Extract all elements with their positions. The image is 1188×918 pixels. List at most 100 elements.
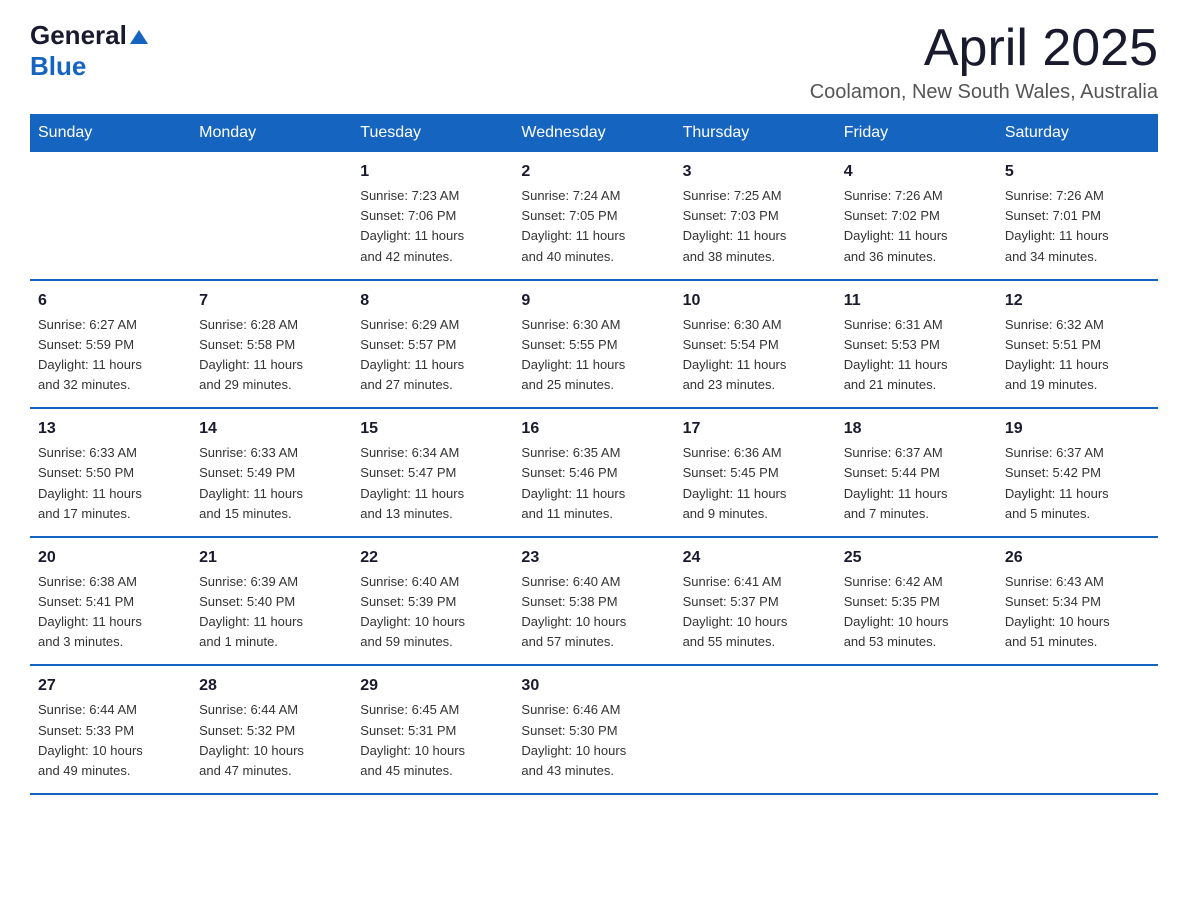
- logo-blue-text: Blue: [30, 51, 86, 81]
- header-monday: Monday: [191, 114, 352, 152]
- calendar-cell-3-2: 22Sunrise: 6:40 AMSunset: 5:39 PMDayligh…: [352, 537, 513, 666]
- calendar-cell-0-2: 1Sunrise: 7:23 AMSunset: 7:06 PMDaylight…: [352, 152, 513, 280]
- calendar-cell-2-6: 19Sunrise: 6:37 AMSunset: 5:42 PMDayligh…: [997, 408, 1158, 537]
- calendar-cell-2-0: 13Sunrise: 6:33 AMSunset: 5:50 PMDayligh…: [30, 408, 191, 537]
- day-number: 20: [38, 546, 183, 570]
- title-area: April 2025 Coolamon, New South Wales, Au…: [810, 20, 1158, 104]
- day-number: 21: [199, 546, 344, 570]
- day-info: Sunrise: 6:31 AMSunset: 5:53 PMDaylight:…: [844, 315, 989, 396]
- logo-general-text: General: [30, 20, 127, 51]
- day-info: Sunrise: 6:42 AMSunset: 5:35 PMDaylight:…: [844, 572, 989, 653]
- calendar-cell-3-0: 20Sunrise: 6:38 AMSunset: 5:41 PMDayligh…: [30, 537, 191, 666]
- day-info: Sunrise: 6:46 AMSunset: 5:30 PMDaylight:…: [521, 700, 666, 781]
- calendar-cell-0-3: 2Sunrise: 7:24 AMSunset: 7:05 PMDaylight…: [513, 152, 674, 280]
- calendar-body: 1Sunrise: 7:23 AMSunset: 7:06 PMDaylight…: [30, 152, 1158, 794]
- calendar-row-4: 27Sunrise: 6:44 AMSunset: 5:33 PMDayligh…: [30, 665, 1158, 794]
- calendar-cell-1-5: 11Sunrise: 6:31 AMSunset: 5:53 PMDayligh…: [836, 280, 997, 409]
- day-info: Sunrise: 6:30 AMSunset: 5:54 PMDaylight:…: [683, 315, 828, 396]
- day-info: Sunrise: 6:29 AMSunset: 5:57 PMDaylight:…: [360, 315, 505, 396]
- header-saturday: Saturday: [997, 114, 1158, 152]
- day-info: Sunrise: 6:34 AMSunset: 5:47 PMDaylight:…: [360, 443, 505, 524]
- location-title: Coolamon, New South Wales, Australia: [810, 81, 1158, 104]
- day-number: 3: [683, 160, 828, 184]
- calendar-cell-2-5: 18Sunrise: 6:37 AMSunset: 5:44 PMDayligh…: [836, 408, 997, 537]
- calendar-cell-3-6: 26Sunrise: 6:43 AMSunset: 5:34 PMDayligh…: [997, 537, 1158, 666]
- day-number: 12: [1005, 289, 1150, 313]
- logo-triangle-icon: [130, 28, 148, 46]
- day-info: Sunrise: 7:25 AMSunset: 7:03 PMDaylight:…: [683, 186, 828, 267]
- calendar-cell-3-3: 23Sunrise: 6:40 AMSunset: 5:38 PMDayligh…: [513, 537, 674, 666]
- day-info: Sunrise: 6:27 AMSunset: 5:59 PMDaylight:…: [38, 315, 183, 396]
- calendar-cell-4-5: [836, 665, 997, 794]
- day-number: 19: [1005, 417, 1150, 441]
- day-number: 24: [683, 546, 828, 570]
- day-number: 1: [360, 160, 505, 184]
- day-info: Sunrise: 6:44 AMSunset: 5:33 PMDaylight:…: [38, 700, 183, 781]
- day-info: Sunrise: 6:40 AMSunset: 5:38 PMDaylight:…: [521, 572, 666, 653]
- calendar-cell-0-4: 3Sunrise: 7:25 AMSunset: 7:03 PMDaylight…: [675, 152, 836, 280]
- logo: General Blue: [30, 20, 148, 82]
- calendar-cell-1-1: 7Sunrise: 6:28 AMSunset: 5:58 PMDaylight…: [191, 280, 352, 409]
- day-number: 17: [683, 417, 828, 441]
- calendar-cell-4-3: 30Sunrise: 6:46 AMSunset: 5:30 PMDayligh…: [513, 665, 674, 794]
- day-number: 27: [38, 674, 183, 698]
- day-number: 9: [521, 289, 666, 313]
- calendar-cell-2-1: 14Sunrise: 6:33 AMSunset: 5:49 PMDayligh…: [191, 408, 352, 537]
- day-number: 23: [521, 546, 666, 570]
- header-thursday: Thursday: [675, 114, 836, 152]
- day-info: Sunrise: 6:43 AMSunset: 5:34 PMDaylight:…: [1005, 572, 1150, 653]
- month-title: April 2025: [810, 20, 1158, 77]
- day-info: Sunrise: 6:30 AMSunset: 5:55 PMDaylight:…: [521, 315, 666, 396]
- calendar-cell-2-3: 16Sunrise: 6:35 AMSunset: 5:46 PMDayligh…: [513, 408, 674, 537]
- day-info: Sunrise: 6:41 AMSunset: 5:37 PMDaylight:…: [683, 572, 828, 653]
- calendar-cell-4-2: 29Sunrise: 6:45 AMSunset: 5:31 PMDayligh…: [352, 665, 513, 794]
- day-info: Sunrise: 6:37 AMSunset: 5:44 PMDaylight:…: [844, 443, 989, 524]
- day-number: 2: [521, 160, 666, 184]
- day-info: Sunrise: 6:33 AMSunset: 5:50 PMDaylight:…: [38, 443, 183, 524]
- calendar-cell-4-0: 27Sunrise: 6:44 AMSunset: 5:33 PMDayligh…: [30, 665, 191, 794]
- day-info: Sunrise: 7:23 AMSunset: 7:06 PMDaylight:…: [360, 186, 505, 267]
- calendar-cell-0-1: [191, 152, 352, 280]
- calendar-cell-2-4: 17Sunrise: 6:36 AMSunset: 5:45 PMDayligh…: [675, 408, 836, 537]
- calendar-cell-1-6: 12Sunrise: 6:32 AMSunset: 5:51 PMDayligh…: [997, 280, 1158, 409]
- calendar-cell-3-1: 21Sunrise: 6:39 AMSunset: 5:40 PMDayligh…: [191, 537, 352, 666]
- header-friday: Friday: [836, 114, 997, 152]
- calendar-cell-1-2: 8Sunrise: 6:29 AMSunset: 5:57 PMDaylight…: [352, 280, 513, 409]
- header-tuesday: Tuesday: [352, 114, 513, 152]
- calendar-row-0: 1Sunrise: 7:23 AMSunset: 7:06 PMDaylight…: [30, 152, 1158, 280]
- day-info: Sunrise: 6:37 AMSunset: 5:42 PMDaylight:…: [1005, 443, 1150, 524]
- day-number: 8: [360, 289, 505, 313]
- day-info: Sunrise: 6:40 AMSunset: 5:39 PMDaylight:…: [360, 572, 505, 653]
- calendar-cell-0-5: 4Sunrise: 7:26 AMSunset: 7:02 PMDaylight…: [836, 152, 997, 280]
- calendar-cell-0-0: [30, 152, 191, 280]
- calendar-cell-4-4: [675, 665, 836, 794]
- day-number: 4: [844, 160, 989, 184]
- day-number: 18: [844, 417, 989, 441]
- day-number: 13: [38, 417, 183, 441]
- day-number: 11: [844, 289, 989, 313]
- day-info: Sunrise: 6:39 AMSunset: 5:40 PMDaylight:…: [199, 572, 344, 653]
- day-number: 29: [360, 674, 505, 698]
- calendar-header: Sunday Monday Tuesday Wednesday Thursday…: [30, 114, 1158, 152]
- day-info: Sunrise: 7:26 AMSunset: 7:02 PMDaylight:…: [844, 186, 989, 267]
- day-info: Sunrise: 6:32 AMSunset: 5:51 PMDaylight:…: [1005, 315, 1150, 396]
- day-number: 6: [38, 289, 183, 313]
- day-number: 10: [683, 289, 828, 313]
- header-sunday: Sunday: [30, 114, 191, 152]
- day-number: 25: [844, 546, 989, 570]
- day-info: Sunrise: 6:44 AMSunset: 5:32 PMDaylight:…: [199, 700, 344, 781]
- calendar-cell-2-2: 15Sunrise: 6:34 AMSunset: 5:47 PMDayligh…: [352, 408, 513, 537]
- day-number: 5: [1005, 160, 1150, 184]
- calendar-row-2: 13Sunrise: 6:33 AMSunset: 5:50 PMDayligh…: [30, 408, 1158, 537]
- day-number: 15: [360, 417, 505, 441]
- day-number: 22: [360, 546, 505, 570]
- calendar-cell-3-4: 24Sunrise: 6:41 AMSunset: 5:37 PMDayligh…: [675, 537, 836, 666]
- header-row: Sunday Monday Tuesday Wednesday Thursday…: [30, 114, 1158, 152]
- day-info: Sunrise: 6:38 AMSunset: 5:41 PMDaylight:…: [38, 572, 183, 653]
- day-number: 7: [199, 289, 344, 313]
- calendar-cell-3-5: 25Sunrise: 6:42 AMSunset: 5:35 PMDayligh…: [836, 537, 997, 666]
- calendar-cell-0-6: 5Sunrise: 7:26 AMSunset: 7:01 PMDaylight…: [997, 152, 1158, 280]
- day-info: Sunrise: 6:45 AMSunset: 5:31 PMDaylight:…: [360, 700, 505, 781]
- header-wednesday: Wednesday: [513, 114, 674, 152]
- calendar-cell-4-6: [997, 665, 1158, 794]
